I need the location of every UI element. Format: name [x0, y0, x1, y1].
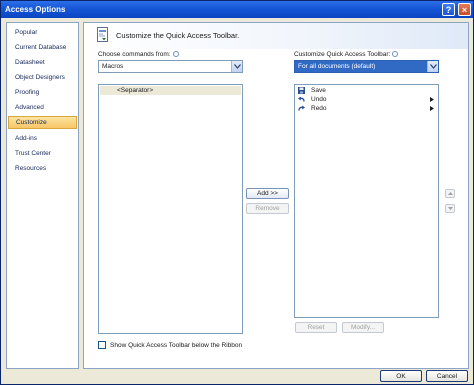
show-below-ribbon-checkbox[interactable] — [98, 341, 106, 349]
remove-button[interactable]: Remove — [246, 203, 289, 214]
sidebar-item-proofing[interactable]: Proofing — [8, 86, 77, 99]
show-below-ribbon-label[interactable]: Show Quick Access Toolbar below the Ribb… — [110, 342, 242, 349]
list-item[interactable]: <Separator> — [100, 86, 241, 95]
customize-toolbar-label: Customize Quick Access Toolbar: — [294, 51, 399, 58]
sidebar-item-resources[interactable]: Resources — [8, 162, 77, 175]
choose-commands-label: Choose commands from: — [98, 51, 179, 58]
info-icon — [172, 51, 179, 57]
commands-list[interactable]: <Separator> — [98, 84, 243, 334]
help-button[interactable]: ? — [442, 3, 455, 16]
header-title: Customize the Quick Access Toolbar. — [116, 31, 240, 40]
sidebar-item-advanced[interactable]: Advanced — [8, 101, 77, 114]
content-panel: Customize the Quick Access Toolbar. Choo… — [83, 22, 469, 369]
customize-toolbar-label-text: Customize Quick Access Toolbar: — [294, 51, 391, 58]
toolbar-commands-list[interactable]: Save Undo Redo — [294, 84, 439, 318]
sidebar-item-datasheet[interactable]: Datasheet — [8, 56, 77, 69]
choose-commands-label-text: Choose commands from: — [98, 51, 171, 58]
submenu-arrow-icon — [430, 97, 434, 102]
info-icon — [392, 51, 399, 57]
list-item-label: Undo — [311, 96, 327, 103]
move-down-button[interactable] — [445, 204, 455, 213]
sidebar: Popular Current Database Datasheet Objec… — [6, 22, 79, 369]
title-bar[interactable]: Access Options ? × — [1, 1, 473, 18]
submenu-arrow-icon — [430, 106, 434, 111]
list-item-redo[interactable]: Redo — [296, 104, 437, 113]
header-strip: Customize the Quick Access Toolbar. — [84, 23, 468, 49]
sidebar-item-current-database[interactable]: Current Database — [8, 41, 77, 54]
toolbar-scope-combo[interactable]: For all documents (default) — [294, 60, 439, 73]
access-options-dialog: Access Options ? × Popular Current Datab… — [0, 0, 474, 385]
list-item-label: Save — [311, 87, 326, 94]
toolbar-scope-value: For all documents (default) — [298, 63, 376, 70]
floppy-disk-icon — [298, 87, 305, 94]
chevron-down-icon[interactable] — [427, 61, 438, 72]
commands-from-combo[interactable]: Macros — [98, 60, 243, 73]
chevron-down-icon — [447, 207, 453, 210]
move-up-button[interactable] — [445, 189, 455, 198]
modify-button[interactable]: Modify... — [342, 322, 384, 333]
sidebar-item-customize[interactable]: Customize — [8, 116, 77, 129]
cancel-button[interactable]: Cancel — [426, 370, 468, 382]
list-item-save[interactable]: Save — [296, 86, 437, 95]
add-button[interactable]: Add >> — [246, 188, 289, 199]
redo-arrow-icon — [298, 105, 305, 111]
window-title: Access Options — [5, 5, 66, 14]
close-button[interactable]: × — [458, 3, 471, 16]
reset-button[interactable]: Reset — [295, 322, 337, 333]
sidebar-item-trust-center[interactable]: Trust Center — [8, 147, 77, 160]
chevron-up-icon — [447, 192, 453, 195]
list-item-label: Redo — [311, 105, 327, 112]
toolbar-document-icon — [97, 27, 108, 42]
chevron-down-icon[interactable] — [231, 61, 242, 72]
sidebar-item-object-designers[interactable]: Object Designers — [8, 71, 77, 84]
list-item-undo[interactable]: Undo — [296, 95, 437, 104]
ok-button[interactable]: OK — [380, 370, 422, 382]
undo-arrow-icon — [298, 96, 305, 102]
commands-from-value: Macros — [102, 63, 124, 70]
sidebar-item-popular[interactable]: Popular — [8, 26, 77, 39]
sidebar-item-add-ins[interactable]: Add-ins — [8, 132, 77, 145]
